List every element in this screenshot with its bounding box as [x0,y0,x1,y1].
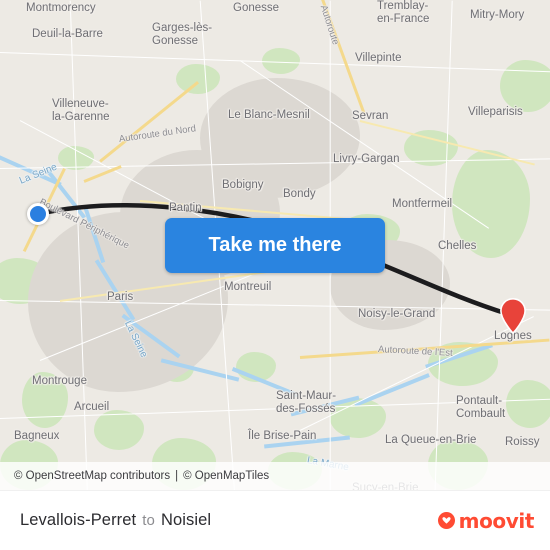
origin-marker-dot[interactable] [27,203,49,225]
trip-destination-label: Noisiel [160,511,212,529]
trip-origin-label: Levallois-Perret [20,511,137,529]
trip-footer: Levallois-Perret to Noisiel moovit [0,490,550,550]
trip-summary: Levallois-Perret to Noisiel [20,511,211,530]
moovit-logo-icon [437,512,455,529]
trip-arrow-label: to [142,512,155,529]
attribution-tiles[interactable]: © OpenMapTiles [183,470,269,482]
moovit-wordmark: moovit [458,508,535,533]
moovit-brand[interactable]: moovit [437,508,535,533]
moovit-map-screen: Montmorency Gonesse Tremblay-en-France Mitr… [0,0,550,550]
destination-pin-icon[interactable] [500,297,526,335]
park-area [506,380,550,428]
park-area [500,60,550,112]
map-attribution: © OpenStreetMap contributors | © OpenMap… [0,462,550,490]
attribution-osm[interactable]: © OpenStreetMap contributors [14,470,170,482]
attribution-separator: | [175,470,179,482]
map-canvas[interactable]: Montmorency Gonesse Tremblay-en-France Mitr… [0,0,550,490]
take-me-there-button[interactable]: Take me there [165,218,385,273]
